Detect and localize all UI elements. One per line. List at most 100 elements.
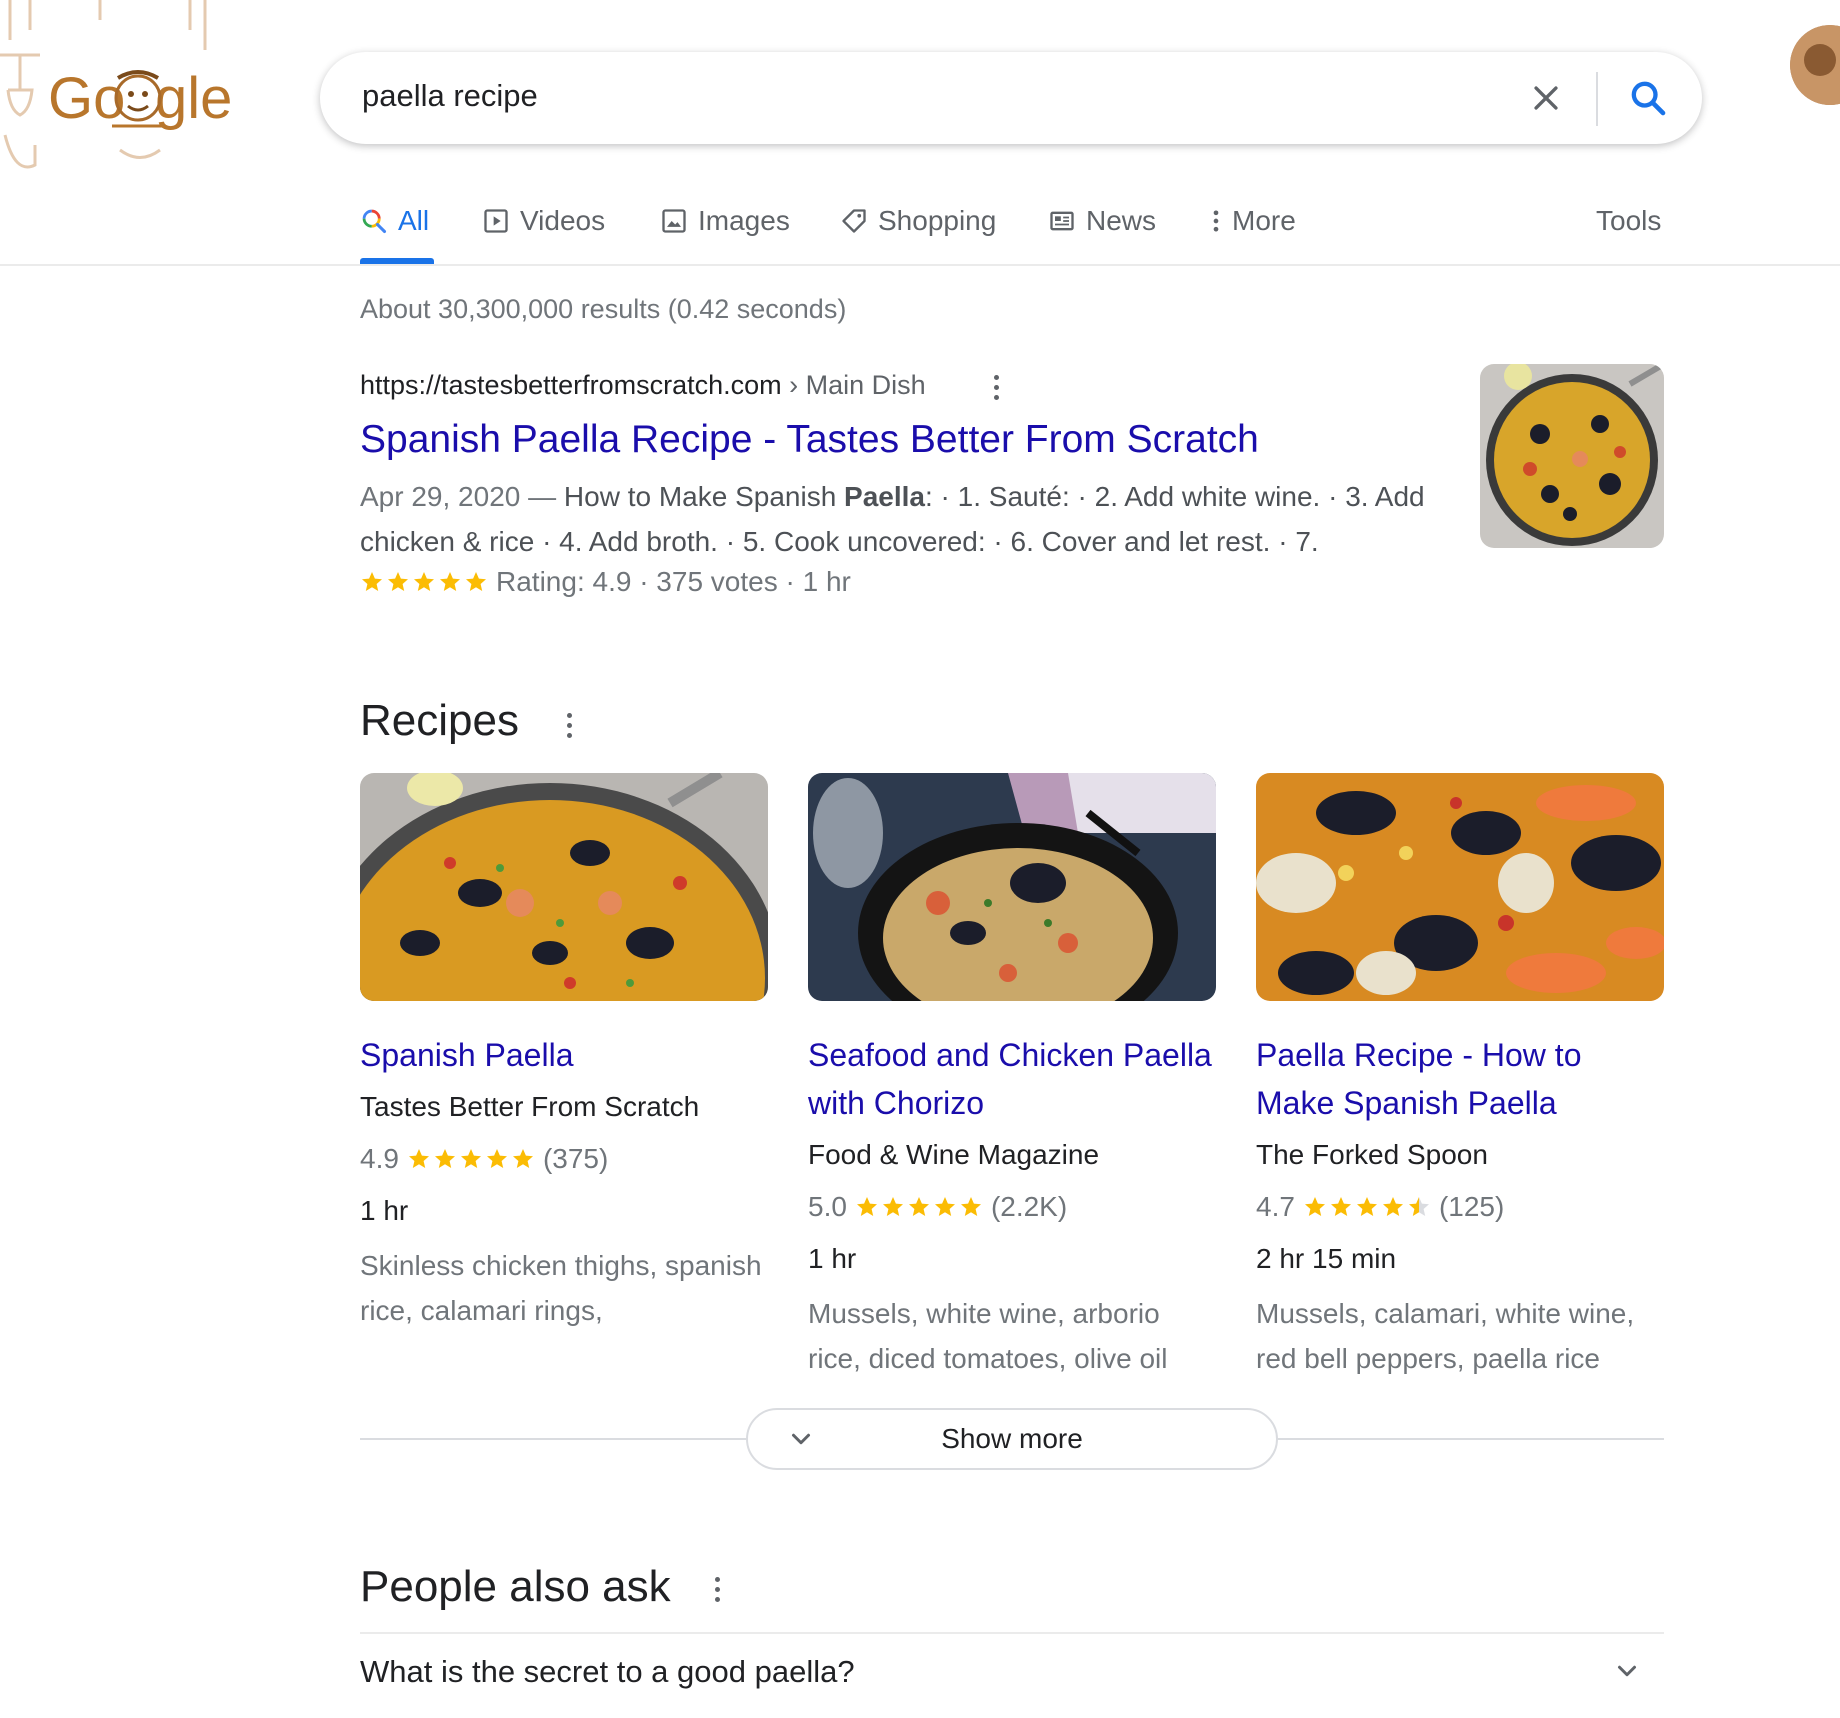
star-icon (882, 1197, 903, 1216)
recipe-rating: 4.7 (125) (1256, 1187, 1664, 1227)
account-avatar[interactable] (1790, 25, 1840, 105)
people-also-ask-heading: People also ask (360, 1562, 671, 1611)
tab-videos[interactable]: Videos (482, 200, 605, 242)
tab-news[interactable]: News (1048, 200, 1156, 242)
result-snippet: Apr 29, 2020 — How to Make Spanish Paell… (360, 474, 1440, 564)
chevron-down-icon (792, 1433, 810, 1445)
star-icon (1304, 1197, 1325, 1216)
recipe-card[interactable]: Spanish Paella Tastes Better From Scratc… (360, 773, 768, 1333)
tab-shopping-label: Shopping (878, 205, 997, 236)
recipe-card[interactable]: Seafood and Chicken Paella with Chorizo … (808, 773, 1216, 1381)
recipe-rating: 5.0 (2.2K) (808, 1187, 1216, 1227)
star-rating (855, 1195, 983, 1219)
star-icon (934, 1197, 955, 1216)
svg-text:Go: Go (48, 66, 125, 131)
recipe-rating: 4.9 (375) (360, 1139, 768, 1179)
recipes-heading: Recipes (360, 696, 519, 745)
dots-vertical-icon (1213, 210, 1219, 232)
star-icon (408, 1149, 429, 1168)
search-icon (1631, 81, 1666, 116)
star-icon (460, 1149, 481, 1168)
people-also-ask-menu-button[interactable] (705, 1572, 729, 1606)
tab-more-label: More (1232, 205, 1296, 236)
search-button[interactable] (1620, 70, 1676, 126)
recipe-time: 1 hr (808, 1243, 857, 1274)
tools-button[interactable]: Tools (1596, 200, 1661, 242)
show-more-label: Show more (941, 1423, 1083, 1454)
result-date: Apr 29, 2020 — (360, 481, 564, 512)
tab-shopping[interactable]: Shopping (840, 200, 996, 242)
recipe-rating-value: 4.7 (1256, 1191, 1295, 1222)
search-icon (362, 209, 387, 234)
star-icon (908, 1197, 929, 1216)
search-box[interactable]: paella recipe (320, 52, 1702, 144)
tab-videos-label: Videos (520, 205, 606, 236)
tab-more[interactable]: More (1210, 200, 1296, 242)
play-icon (484, 209, 508, 233)
star-icon (466, 572, 486, 591)
result-snippet-text-a: How to Make Spanish (563, 481, 845, 512)
result-title-link[interactable]: Spanish Paella Recipe - Tastes Better Fr… (360, 418, 1259, 462)
tab-news-label: News (1086, 205, 1157, 236)
star-icon (362, 572, 382, 591)
question-text: What is the secret to a good paella? (360, 1654, 855, 1689)
recipe-card[interactable]: Paella Recipe - How to Make Spanish Pael… (1256, 773, 1664, 1381)
result-thumbnail[interactable] (1480, 364, 1664, 548)
result-cite[interactable]: https://tastesbetterfromscratch.com › Ma… (360, 370, 926, 401)
google-doodle-logo[interactable]: Go gle (0, 0, 240, 190)
tab-all-label: All (398, 205, 430, 236)
result-stats: About 30,300,000 results (0.42 seconds) (360, 294, 847, 324)
result-rating-row: Rating: 4.9 · 375 votes · 1 hr (360, 566, 851, 598)
tab-images[interactable]: Images (660, 200, 790, 242)
recipe-title-link[interactable]: Paella Recipe - How to Make Spanish Pael… (1256, 1031, 1664, 1127)
recipe-title-link[interactable]: Spanish Paella (360, 1031, 768, 1079)
tools-label: Tools (1596, 205, 1662, 236)
star-icon (414, 572, 434, 591)
star-icon (960, 1197, 981, 1216)
star-icon (388, 572, 408, 591)
recipe-source: Food & Wine Magazine (808, 1139, 1100, 1170)
question-item[interactable]: What is the secret to a good paella? (360, 1654, 1664, 1714)
result-menu-button[interactable] (984, 370, 1008, 404)
star-rating (1303, 1195, 1431, 1219)
star-icon (434, 1149, 455, 1168)
star-icon (1330, 1197, 1351, 1216)
star-icon (1408, 1197, 1429, 1216)
svg-text:gle: gle (155, 66, 232, 131)
recipe-time: 1 hr (360, 1195, 409, 1226)
recipe-source: Tastes Better From Scratch (360, 1091, 700, 1122)
show-more-button[interactable]: Show more (746, 1408, 1278, 1470)
recipe-rating-count: (125) (1438, 1191, 1505, 1222)
recipe-ingredients: Mussels, calamari, white wine, red bell … (1256, 1298, 1635, 1374)
tab-images-label: Images (698, 205, 790, 236)
tag-icon (842, 209, 866, 233)
clear-button[interactable] (1520, 72, 1572, 124)
recipe-time: 2 hr 15 min (1256, 1243, 1397, 1274)
chevron-down-icon (1618, 1665, 1636, 1677)
recipe-image[interactable] (808, 773, 1216, 1001)
recipe-ingredients: Skinless chicken thighs, spanish rice, c… (360, 1250, 762, 1326)
people-also-ask-divider (360, 1632, 1664, 1634)
tabs-divider (0, 264, 1840, 266)
star-icon (440, 572, 460, 591)
result-rating-text: Rating: 4.9 · 375 votes · 1 hr (496, 566, 851, 597)
tab-all[interactable]: All (360, 200, 429, 242)
recipe-image[interactable] (1256, 773, 1664, 1001)
recipe-rating-value: 4.9 (360, 1143, 399, 1174)
star-icon (512, 1149, 533, 1168)
result-breadcrumb: › Main Dish (781, 370, 926, 400)
recipe-rating-count: (2.2K) (990, 1191, 1068, 1222)
star-rating (407, 1147, 535, 1171)
star-icon (1382, 1197, 1403, 1216)
star-icon (1356, 1197, 1377, 1216)
search-input[interactable]: paella recipe (362, 78, 538, 114)
recipe-rating-count: (375) (542, 1143, 609, 1174)
recipe-title-link[interactable]: Seafood and Chicken Paella with Chorizo (808, 1031, 1216, 1127)
recipe-rating-value: 5.0 (808, 1191, 847, 1222)
recipe-ingredients: Mussels, white wine, arborio rice, diced… (808, 1298, 1168, 1374)
recipes-menu-button[interactable] (557, 708, 581, 742)
star-icon (856, 1197, 877, 1216)
recipe-image[interactable] (360, 773, 768, 1001)
star-icon (486, 1149, 507, 1168)
result-url: https://tastesbetterfromscratch.com (360, 370, 782, 400)
